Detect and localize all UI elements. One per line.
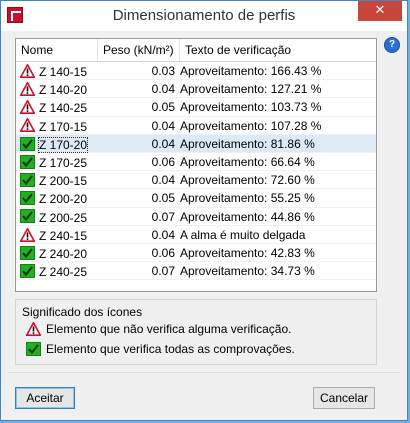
check-ok-icon bbox=[20, 245, 35, 260]
cell-verification-text: Aproveitamento: 166.43 % bbox=[180, 64, 322, 78]
warning-triangle-icon bbox=[20, 227, 35, 242]
warning-triangle-icon bbox=[20, 82, 35, 97]
cell-verification-text: Aproveitamento: 127.21 % bbox=[180, 82, 322, 97]
profile-name: Z 140-25 bbox=[39, 101, 88, 116]
cell-name: Z 200-15 bbox=[20, 171, 98, 189]
accept-button[interactable]: Aceitar bbox=[15, 387, 75, 409]
table-row[interactable]: Z 170-25 0.06 Aproveitamento: 66.64 % bbox=[16, 153, 376, 172]
cell-name: Z 240-15 bbox=[20, 226, 98, 244]
cell-peso: 0.07 bbox=[151, 264, 175, 279]
cell-name: Z 140-20 bbox=[20, 80, 98, 98]
cell-peso: 0.04 bbox=[151, 173, 175, 188]
legend-ok-text: Elemento que verifica todas as comprovaç… bbox=[46, 342, 295, 356]
cell-verification-text: Aproveitamento: 107.28 % bbox=[180, 118, 322, 133]
window-title: Dimensionamento de perfis bbox=[112, 7, 296, 24]
table-header: Nome Peso (kN/m²) Texto de verificação bbox=[16, 39, 376, 62]
profile-name: Z 170-25 bbox=[39, 155, 88, 170]
cell-name: Z 170-20 bbox=[20, 135, 98, 153]
cell-verification-text: Aproveitamento: 66.64 % bbox=[180, 154, 315, 169]
cell-peso: 0.04 bbox=[151, 227, 175, 242]
cell-name: Z 200-20 bbox=[20, 189, 98, 207]
cell-verification-text: Aproveitamento: 55.25 % bbox=[180, 191, 315, 206]
profiles-table: Nome Peso (kN/m²) Texto de verificação Z… bbox=[15, 38, 377, 292]
profile-name: Z 240-25 bbox=[39, 264, 88, 279]
cell-verification-text: A alma é muito delgada bbox=[180, 227, 306, 242]
column-header-texto[interactable]: Texto de verificação bbox=[180, 39, 376, 61]
table-row[interactable]: Z 140-25 0.05 Aproveitamento: 103.73 % bbox=[16, 98, 376, 117]
check-ok-icon bbox=[20, 191, 35, 206]
table-row[interactable]: Z 170-15 0.04 Aproveitamento: 107.28 % bbox=[16, 117, 376, 135]
table-row[interactable]: Z 140-15 0.03 Aproveitamento: 166.43 % bbox=[16, 62, 376, 81]
table-row[interactable]: Z 200-15 0.04 Aproveitamento: 72.60 % bbox=[16, 171, 376, 190]
divider bbox=[8, 372, 400, 373]
cell-name: Z 170-25 bbox=[20, 153, 98, 171]
check-ok-icon bbox=[20, 209, 35, 224]
profile-name: Z 200-25 bbox=[39, 210, 88, 225]
check-ok-icon bbox=[26, 341, 41, 356]
close-button[interactable]: ✕ bbox=[358, 1, 402, 21]
profile-name: Z 170-15 bbox=[39, 119, 88, 134]
profile-name: Z 170-20 bbox=[37, 136, 89, 153]
warning-triangle-icon bbox=[20, 118, 35, 133]
title-bar: Dimensionamento de perfis ✕ bbox=[1, 1, 407, 31]
cell-peso: 0.03 bbox=[151, 64, 175, 78]
cell-verification-text: Aproveitamento: 44.86 % bbox=[180, 209, 315, 224]
cell-peso: 0.06 bbox=[151, 154, 175, 169]
cancel-button[interactable]: Cancelar bbox=[313, 387, 375, 409]
warning-triangle-icon bbox=[26, 321, 41, 336]
check-ok-icon bbox=[20, 263, 35, 278]
cell-peso: 0.06 bbox=[151, 245, 175, 260]
cell-name: Z 240-20 bbox=[20, 244, 98, 262]
cell-verification-text: Aproveitamento: 34.73 % bbox=[180, 264, 315, 279]
icon-legend: Significado dos ícones Elemento que não … bbox=[15, 299, 377, 365]
cell-name: Z 170-15 bbox=[20, 117, 98, 135]
table-row[interactable]: Z 200-20 0.05 Aproveitamento: 55.25 % bbox=[16, 189, 376, 208]
table-body: Z 140-15 0.03 Aproveitamento: 166.43 % Z 14… bbox=[16, 62, 376, 281]
cell-name: Z 140-25 bbox=[20, 98, 98, 116]
dialog-window: Dimensionamento de perfis ✕ ? Nome Peso … bbox=[0, 0, 408, 421]
profile-name: Z 200-15 bbox=[39, 173, 88, 188]
help-icon[interactable]: ? bbox=[384, 37, 400, 53]
table-row[interactable]: Z 140-20 0.04 Aproveitamento: 127.21 % bbox=[16, 80, 376, 99]
cell-verification-text: Aproveitamento: 42.83 % bbox=[180, 245, 315, 260]
cell-name: Z 140-15 bbox=[20, 62, 98, 80]
table-row[interactable]: Z 170-20 0.04 Aproveitamento: 81.86 % bbox=[16, 134, 376, 153]
check-ok-icon bbox=[20, 136, 35, 151]
table-row[interactable]: Z 240-15 0.04 A alma é muito delgada bbox=[16, 226, 376, 244]
legend-title: Significado dos ícones bbox=[22, 305, 143, 319]
cell-peso: 0.04 bbox=[151, 82, 175, 97]
legend-warning-item: Elemento que não verifica alguma verific… bbox=[26, 321, 292, 337]
column-header-nome[interactable]: Nome bbox=[16, 39, 98, 61]
check-ok-icon bbox=[20, 172, 35, 187]
profile-name: Z 200-20 bbox=[39, 192, 88, 207]
cell-peso: 0.05 bbox=[151, 191, 175, 206]
cell-verification-text: Aproveitamento: 103.73 % bbox=[180, 100, 322, 115]
profile-name: Z 240-20 bbox=[39, 246, 88, 261]
cell-name: Z 240-25 bbox=[20, 262, 98, 280]
profile-name: Z 240-15 bbox=[39, 228, 88, 243]
legend-warning-text: Elemento que não verifica alguma verific… bbox=[46, 322, 292, 336]
table-row[interactable]: Z 200-25 0.07 Aproveitamento: 44.86 % bbox=[16, 208, 376, 226]
cell-verification-text: Aproveitamento: 72.60 % bbox=[180, 173, 315, 188]
cell-peso: 0.04 bbox=[151, 118, 175, 133]
check-ok-icon bbox=[20, 154, 35, 169]
legend-ok-item: Elemento que verifica todas as comprovaç… bbox=[26, 341, 295, 357]
dialog-content: ? Nome Peso (kN/m²) Texto de verificação… bbox=[8, 31, 400, 413]
cell-peso: 0.07 bbox=[151, 209, 175, 224]
cell-name: Z 200-25 bbox=[20, 208, 98, 226]
profile-name: Z 140-20 bbox=[39, 83, 88, 98]
column-header-peso[interactable]: Peso (kN/m²) bbox=[98, 39, 180, 61]
cell-peso: 0.04 bbox=[151, 136, 175, 151]
warning-triangle-icon bbox=[20, 63, 35, 78]
cell-peso: 0.05 bbox=[151, 100, 175, 115]
profile-name: Z 140-15 bbox=[39, 64, 88, 79]
table-row[interactable]: Z 240-25 0.07 Aproveitamento: 34.73 % bbox=[16, 262, 376, 281]
table-row[interactable]: Z 240-20 0.06 Aproveitamento: 42.83 % bbox=[16, 244, 376, 263]
cell-verification-text: Aproveitamento: 81.86 % bbox=[180, 136, 315, 151]
warning-triangle-icon bbox=[20, 100, 35, 115]
